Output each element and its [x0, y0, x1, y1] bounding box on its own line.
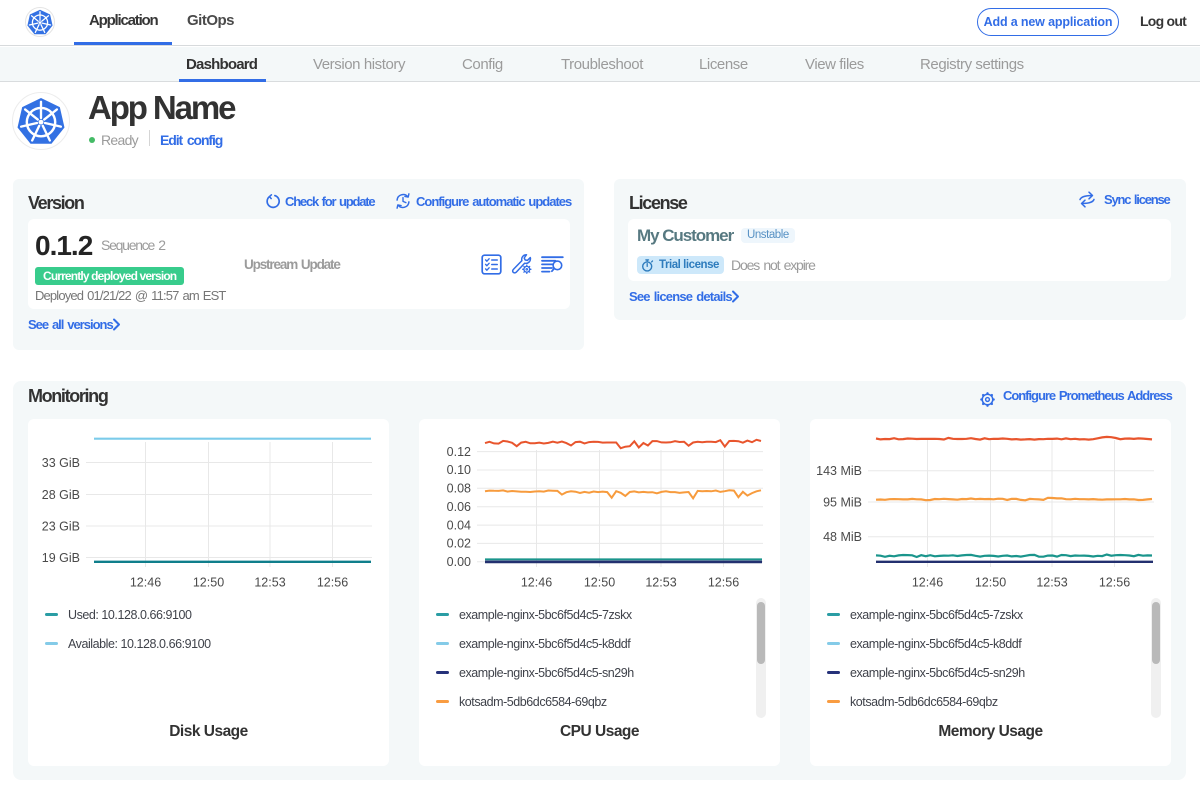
- svg-text:143 MiB: 143 MiB: [816, 464, 862, 478]
- svg-text:12:56: 12:56: [708, 576, 739, 590]
- svg-text:12:50: 12:50: [584, 576, 615, 590]
- svg-text:12:46: 12:46: [912, 576, 943, 590]
- svg-text:12:56: 12:56: [317, 576, 348, 590]
- svg-text:0.12: 0.12: [447, 445, 471, 459]
- svg-text:12:46: 12:46: [521, 576, 552, 590]
- svg-text:0.04: 0.04: [447, 518, 471, 532]
- svg-text:23 GiB: 23 GiB: [42, 520, 80, 534]
- svg-text:12:50: 12:50: [975, 576, 1006, 590]
- svg-text:12:53: 12:53: [645, 576, 676, 590]
- svg-text:12:56: 12:56: [1099, 576, 1130, 590]
- svg-text:0.02: 0.02: [447, 537, 471, 551]
- svg-text:0.10: 0.10: [447, 463, 471, 477]
- svg-text:12:53: 12:53: [1036, 576, 1067, 590]
- svg-text:48 MiB: 48 MiB: [823, 530, 862, 544]
- svg-text:95 MiB: 95 MiB: [823, 495, 862, 509]
- svg-text:28 GiB: 28 GiB: [42, 488, 80, 502]
- svg-text:0.00: 0.00: [447, 555, 471, 569]
- svg-text:19 GiB: 19 GiB: [42, 551, 80, 565]
- svg-text:0.06: 0.06: [447, 500, 471, 514]
- svg-text:12:46: 12:46: [130, 576, 161, 590]
- svg-text:0.08: 0.08: [447, 482, 471, 496]
- svg-text:33 GiB: 33 GiB: [42, 456, 80, 470]
- svg-text:12:50: 12:50: [193, 576, 224, 590]
- svg-text:12:53: 12:53: [254, 576, 285, 590]
